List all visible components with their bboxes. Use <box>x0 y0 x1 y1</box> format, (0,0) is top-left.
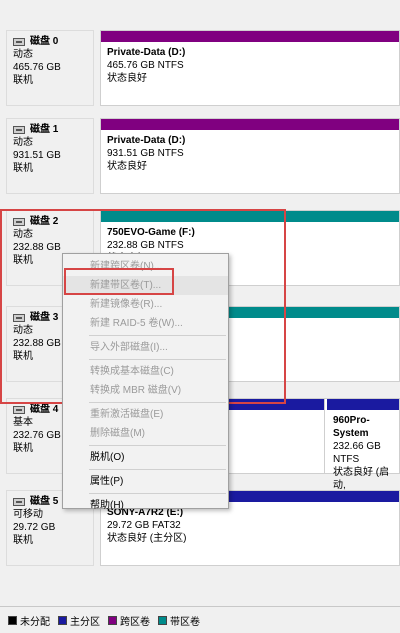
volume[interactable]: 960Pro-System 232.66 GB NTFS 状态良好 (启动, <box>327 399 399 491</box>
legend-swatch-icon <box>58 615 67 625</box>
volume[interactable]: Private-Data (D:) 465.76 GB NTFS 状态良好 <box>101 31 399 105</box>
menu-item[interactable]: 帮助(H) <box>63 496 228 515</box>
legend-item: 未分配 <box>8 613 50 628</box>
disk-icon <box>13 405 25 414</box>
volume-area: Private-Data (D:) 465.76 GB NTFS 状态良好 <box>100 30 400 106</box>
menu-item: 新建带区卷(T)... <box>63 276 228 295</box>
menu-separator <box>89 359 226 360</box>
disk-icon <box>13 313 25 322</box>
disk-name: 磁盘 5 <box>30 496 59 507</box>
disk-status: 联机 <box>13 163 33 174</box>
disk-icon <box>13 217 25 226</box>
menu-item: 重新激活磁盘(E) <box>90 409 164 420</box>
legend-label: 未分配 <box>20 616 50 628</box>
volume-name: Private-Data (D:) <box>107 47 186 58</box>
disk-size: 29.72 GB <box>13 522 56 533</box>
volume-color-bar <box>327 399 399 410</box>
menu-separator <box>89 445 226 446</box>
menu-item: 新建镜像卷(R)... <box>90 299 163 310</box>
volume-state: 状态良好 <box>107 73 147 84</box>
disk-status: 联机 <box>13 75 33 86</box>
menu-item: 新建 RAID-5 卷(W)... <box>90 318 183 329</box>
volume-color-bar <box>101 119 399 130</box>
disk-status: 联机 <box>13 535 33 546</box>
volume-state: 状态良好 <box>107 161 147 172</box>
menu-item[interactable]: 属性(P) <box>63 472 228 491</box>
disk-icon <box>13 37 25 46</box>
volume-detail: 931.51 GB NTFS <box>107 148 184 159</box>
legend-item: 跨区卷 <box>108 613 150 628</box>
disk-info[interactable]: 磁盘 0 动态 465.76 GB 联机 <box>6 30 94 106</box>
disk-size: 931.51 GB <box>13 150 61 161</box>
disk-info[interactable]: 磁盘 1 动态 931.51 GB 联机 <box>6 118 94 194</box>
legend-label: 跨区卷 <box>120 616 150 628</box>
context-menu: 新建跨区卷(N)... 新建带区卷(T)... 新建镜像卷(R)... 新建 RAID… <box>62 253 229 511</box>
legend-bar: 未分配 主分区 跨区卷 带区卷 <box>0 606 400 633</box>
volume-detail: 29.72 GB FAT32 <box>107 520 181 531</box>
legend-swatch-icon <box>158 615 167 625</box>
disk-name: 磁盘 3 <box>30 312 59 323</box>
volume-detail: 232.88 GB NTFS <box>107 240 184 251</box>
menu-item: 转换成 MBR 磁盘(V) <box>90 385 182 396</box>
legend-label: 主分区 <box>70 616 100 628</box>
volume-detail: 232.66 GB NTFS <box>333 441 381 465</box>
disk-row[interactable]: 磁盘 1 动态 931.51 GB 联机 Private-Data (D:) 9… <box>0 118 400 194</box>
menu-item: 删除磁盘(M) <box>90 428 145 439</box>
legend-item: 主分区 <box>58 613 100 628</box>
volume-name: 960Pro-System <box>333 415 370 439</box>
menu-item: 转换成基本磁盘(C) <box>90 366 174 377</box>
disk-title: 磁盘 0 <box>13 35 93 48</box>
disk-type: 动态 <box>13 49 33 60</box>
menu-separator <box>89 469 226 470</box>
disk-size: 465.76 GB <box>13 62 61 73</box>
disk-name: 磁盘 2 <box>30 216 59 227</box>
menu-separator <box>89 402 226 403</box>
disk-name: 磁盘 0 <box>30 36 59 47</box>
disk-row[interactable]: 磁盘 0 动态 465.76 GB 联机 Private-Data (D:) 4… <box>0 30 400 106</box>
volume-name: 750EVO-Game (F:) <box>107 227 195 238</box>
menu-item[interactable]: 脱机(O) <box>63 448 228 467</box>
legend-swatch-icon <box>108 615 117 625</box>
volume-color-bar <box>101 31 399 42</box>
menu-item: 新建跨区卷(N)... <box>90 261 163 272</box>
disk-name: 磁盘 4 <box>30 404 59 415</box>
volume-area: Private-Data (D:) 931.51 GB NTFS 状态良好 <box>100 118 400 194</box>
disk-name: 磁盘 1 <box>30 124 59 135</box>
volume-state: 状态良好 (启动, <box>333 467 390 491</box>
volume-color-bar <box>101 211 399 222</box>
legend-item: 带区卷 <box>158 613 200 628</box>
disk-title: 磁盘 2 <box>13 215 93 228</box>
disk-icon <box>13 497 25 506</box>
volume-detail: 465.76 GB NTFS <box>107 60 184 71</box>
menu-item: 导入外部磁盘(I)... <box>90 342 168 353</box>
legend-swatch-icon <box>8 615 17 625</box>
disk-type: 动态 <box>13 137 33 148</box>
disk-type: 动态 <box>13 229 33 240</box>
volume-state: 状态良好 (主分区) <box>107 533 187 544</box>
volume-name: Private-Data (D:) <box>107 135 186 146</box>
menu-separator <box>89 493 226 494</box>
menu-separator <box>89 335 226 336</box>
disk-title: 磁盘 1 <box>13 123 93 136</box>
volume[interactable]: Private-Data (D:) 931.51 GB NTFS 状态良好 <box>101 119 399 193</box>
disk-icon <box>13 125 25 134</box>
legend-label: 带区卷 <box>170 616 200 628</box>
